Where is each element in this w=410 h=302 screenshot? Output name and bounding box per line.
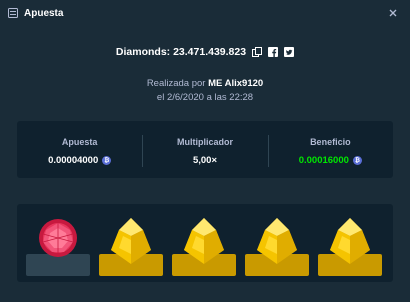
close-icon xyxy=(389,9,397,17)
gem-tile-2 xyxy=(99,212,163,276)
facebook-share-button[interactable] xyxy=(267,47,278,58)
bitcoin-icon: ₿ xyxy=(352,156,362,165)
stat-multiplier-value: 5,00× xyxy=(192,155,218,166)
yellow-gem-icon xyxy=(330,218,370,264)
bet-slip-icon xyxy=(8,8,18,18)
stat-bet-label: Apuesta xyxy=(61,137,98,147)
placed-by-line: Realizada por ME Alix9120 xyxy=(0,77,410,91)
facebook-icon xyxy=(267,47,278,57)
modal-header: Apuesta xyxy=(0,0,410,26)
stat-profit-value-row: 0.00016000 ₿ xyxy=(268,155,393,166)
stat-multiplier: Multiplicador 5,00× xyxy=(142,121,267,178)
placed-by-label: Realizada por xyxy=(146,78,206,89)
username-link[interactable]: ME Alix9120 xyxy=(208,78,263,89)
diamonds-board xyxy=(17,204,393,282)
red-ruby-icon xyxy=(39,219,77,257)
twitter-share-button[interactable] xyxy=(283,47,294,58)
stat-multiplier-value-row: 5,00× xyxy=(142,155,267,166)
yellow-gem-icon xyxy=(111,218,151,264)
stat-bet: Apuesta 0.00004000 ₿ xyxy=(17,121,142,178)
stat-profit: Beneficio 0.00016000 ₿ xyxy=(267,121,393,178)
gem-tile-5 xyxy=(318,212,382,276)
bet-id-text: Diamonds: 23.471.439.823 xyxy=(115,46,247,58)
placed-date: el 2/6/2020 a las 22:28 xyxy=(156,92,254,103)
close-button[interactable] xyxy=(386,6,400,20)
bet-stats-panel: Apuesta 0.00004000 ₿ Multiplicador 5,00×… xyxy=(17,121,393,178)
gem-tile-1 xyxy=(26,212,90,276)
bet-id-line: Diamonds: 23.471.439.823 xyxy=(0,44,410,60)
stat-multiplier-label: Multiplicador xyxy=(176,137,233,147)
copy-button[interactable] xyxy=(251,47,262,58)
copy-icon xyxy=(251,47,262,57)
yellow-gem-icon xyxy=(257,218,297,264)
gem-tile-4 xyxy=(245,212,309,276)
placed-info: Realizada por ME Alix9120 el 2/6/2020 a … xyxy=(0,77,410,105)
stat-bet-value: 0.00004000 xyxy=(48,155,99,166)
modal-title: Apuesta xyxy=(24,7,64,19)
stat-profit-value: 0.00016000 xyxy=(298,155,349,166)
gem-tile-3 xyxy=(172,212,236,276)
bitcoin-icon: ₿ xyxy=(102,156,112,165)
stat-profit-label: Beneficio xyxy=(310,137,351,147)
twitter-icon xyxy=(283,47,294,57)
stat-bet-value-row: 0.00004000 ₿ xyxy=(17,155,142,166)
yellow-gem-icon xyxy=(184,218,224,264)
